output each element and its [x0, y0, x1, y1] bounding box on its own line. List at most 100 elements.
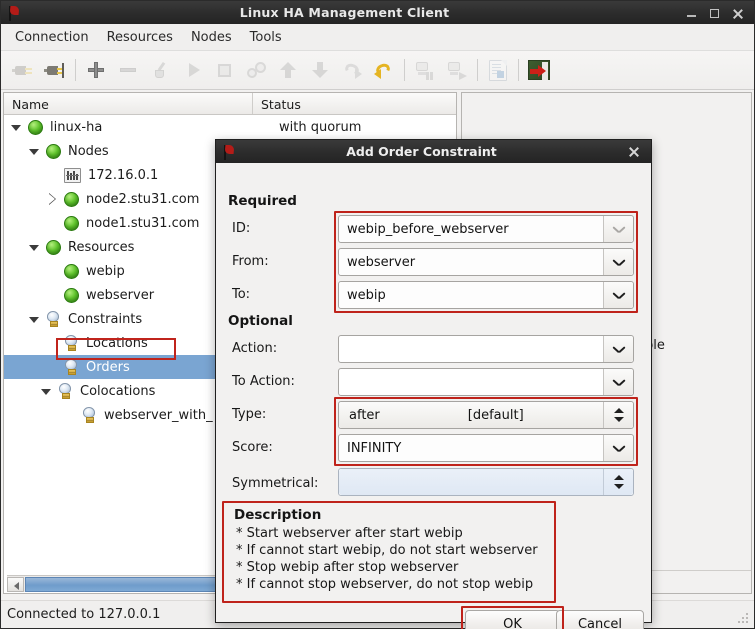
undo-icon[interactable] — [368, 54, 400, 86]
symmetrical-value[interactable] — [339, 469, 603, 495]
bulb-icon — [82, 407, 97, 423]
toolbar — [1, 51, 754, 90]
score-dropdown-button[interactable] — [603, 435, 633, 461]
remove-icon[interactable] — [112, 54, 144, 86]
stop-icon[interactable] — [208, 54, 240, 86]
cleanup-icon[interactable] — [144, 54, 176, 86]
green-status-ball-icon — [64, 215, 79, 231]
field-label-to-action: To Action: — [232, 374, 295, 389]
tree-row-status: with quorum — [279, 119, 362, 135]
chevron-down-icon — [613, 259, 625, 266]
standby-node-icon[interactable] — [409, 54, 441, 86]
action-dropdown-button[interactable] — [603, 336, 633, 362]
cancel-button[interactable]: Cancel — [556, 610, 644, 629]
id-dropdown-button[interactable] — [603, 216, 633, 242]
id-combobox[interactable]: webip_before_webserver — [338, 215, 634, 243]
field-label-action: Action: — [232, 341, 278, 356]
chevron-down-icon[interactable] — [10, 121, 23, 134]
green-status-ball-icon — [64, 287, 79, 303]
start-icon[interactable] — [176, 54, 208, 86]
tree-row-label: node2.stu31.com — [86, 191, 200, 207]
migrate-node-icon[interactable] — [441, 54, 473, 86]
tree-row-label: 172.16.0.1 — [88, 167, 159, 183]
app-flag-icon — [3, 2, 25, 24]
description-line: * Start webserver after start webip — [236, 526, 463, 541]
app-flag-icon — [218, 141, 240, 163]
toolbar-separator — [518, 59, 519, 81]
green-status-ball-icon — [46, 239, 61, 255]
green-status-ball-icon — [64, 191, 79, 207]
column-header-status[interactable]: Status — [253, 93, 456, 114]
add-icon[interactable] — [80, 54, 112, 86]
disconnect-icon[interactable] — [7, 54, 39, 86]
maximize-icon[interactable] — [709, 6, 721, 20]
redo-icon[interactable] — [336, 54, 368, 86]
tree-row-label: webip — [86, 263, 125, 279]
menu-nodes[interactable]: Nodes — [182, 27, 241, 48]
field-label-from: From: — [232, 254, 269, 269]
connect-icon[interactable] — [39, 54, 71, 86]
score-combobox[interactable]: INFINITY — [338, 434, 634, 462]
application-window: Linux HA Management Client Connection Re… — [0, 0, 755, 629]
dialog-close-icon[interactable] — [623, 145, 645, 159]
symmetrical-spinner-button[interactable] — [603, 469, 633, 495]
dialog-title: Add Order Constraint — [346, 144, 497, 159]
scroll-left-button[interactable] — [7, 576, 24, 592]
bulb-icon — [64, 335, 79, 351]
close-icon[interactable] — [732, 6, 744, 20]
chevron-down-icon[interactable] — [28, 313, 41, 326]
window-title: Linux HA Management Client — [239, 5, 450, 20]
move-down-icon[interactable] — [304, 54, 336, 86]
chevron-right-icon[interactable] — [46, 192, 59, 206]
tree-row-label: Colocations — [80, 383, 156, 399]
cancel-button-label: ancel — [587, 617, 623, 629]
cib-document-icon[interactable] — [482, 54, 514, 86]
symmetrical-spinner[interactable] — [338, 468, 634, 496]
exit-icon[interactable] — [523, 54, 555, 86]
id-value[interactable]: webip_before_webserver — [339, 216, 603, 242]
tree-row-label: Orders — [86, 359, 130, 375]
chevron-down-icon[interactable] — [40, 385, 53, 398]
tree-row-label: Resources — [68, 239, 135, 255]
spinner-updown-icon — [613, 407, 624, 423]
type-spinner-button[interactable] — [603, 402, 633, 428]
field-label-id: ID: — [232, 221, 251, 236]
to-action-combobox[interactable] — [338, 368, 634, 396]
twisty-placeholder — [46, 265, 59, 278]
cancel-button-mnemonic: C — [577, 617, 588, 629]
type-spinner[interactable]: after [default] — [338, 401, 634, 429]
to-action-dropdown-button[interactable] — [603, 369, 633, 395]
spinner-updown-icon — [613, 474, 624, 490]
column-header-name[interactable]: Name — [4, 93, 253, 114]
menu-resources[interactable]: Resources — [98, 27, 182, 48]
dialog-titlebar: Add Order Constraint — [216, 140, 651, 163]
action-combobox[interactable] — [338, 335, 634, 363]
from-combobox[interactable]: webserver — [338, 248, 634, 276]
score-value[interactable]: INFINITY — [339, 435, 603, 461]
to-dropdown-button[interactable] — [603, 282, 633, 308]
action-value[interactable] — [339, 336, 603, 362]
to-value[interactable]: webip — [339, 282, 603, 308]
tree-row-linux-ha[interactable]: linux-ha with quorum — [4, 115, 456, 139]
menu-tools[interactable]: Tools — [241, 27, 291, 48]
window-controls — [686, 6, 744, 20]
add-order-constraint-dialog: Add Order Constraint Required Optional I… — [215, 139, 652, 629]
to-action-value[interactable] — [339, 369, 603, 395]
description-line: * If cannot stop webserver, do not stop … — [236, 577, 534, 592]
type-value: after — [349, 407, 380, 423]
tree-row-label: webserver — [86, 287, 155, 303]
from-dropdown-button[interactable] — [603, 249, 633, 275]
chevron-down-icon[interactable] — [28, 241, 41, 254]
chevron-down-icon — [613, 379, 625, 386]
ok-button[interactable]: OK — [465, 610, 560, 629]
description-line: * Stop webip after stop webserver — [236, 560, 459, 575]
to-combobox[interactable]: webip — [338, 281, 634, 309]
chevron-down-icon — [613, 226, 625, 233]
menu-connection[interactable]: Connection — [6, 27, 98, 48]
move-up-icon[interactable] — [272, 54, 304, 86]
default-icon[interactable] — [240, 54, 272, 86]
from-value[interactable]: webserver — [339, 249, 603, 275]
resize-grip-icon[interactable] — [738, 613, 750, 625]
chevron-down-icon[interactable] — [28, 145, 41, 158]
minimize-icon[interactable] — [686, 6, 698, 20]
